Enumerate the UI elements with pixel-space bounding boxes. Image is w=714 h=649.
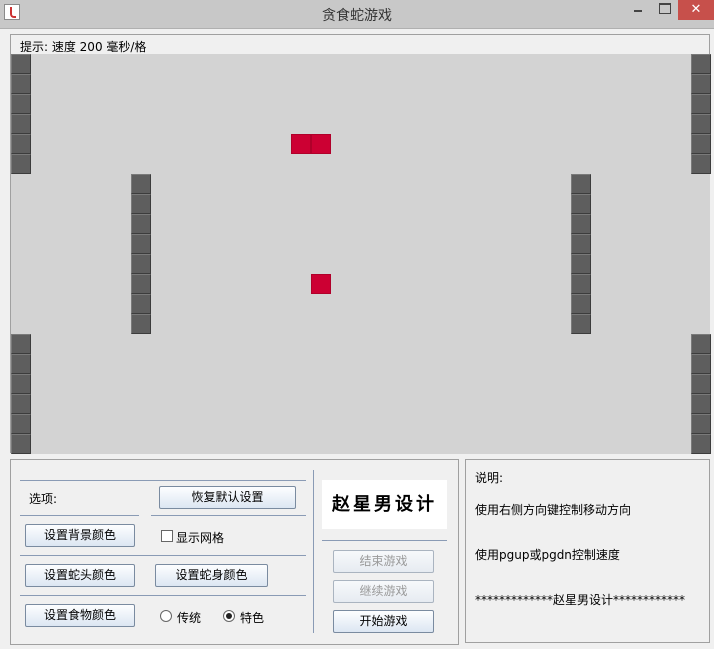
maximize-button[interactable] — [654, 0, 676, 20]
mode-special-label: 特色 — [240, 611, 265, 625]
wall-block — [571, 294, 591, 314]
wall-block — [131, 314, 151, 334]
vertical-separator — [313, 470, 314, 633]
wall-block — [11, 114, 31, 134]
options-label: 选项: — [29, 492, 58, 506]
close-button[interactable]: ✕ — [678, 0, 714, 20]
game-panel: 提示: 速度 200 毫秒/格 — [10, 34, 711, 454]
separator — [151, 515, 306, 516]
wall-block — [691, 374, 711, 394]
designer-logo: 赵星男设计 — [322, 480, 447, 529]
set-food-color-button[interactable]: 设置食物颜色 — [25, 604, 135, 627]
wall-block — [571, 174, 591, 194]
wall-block — [571, 194, 591, 214]
show-grid-label: 显示网格 — [176, 531, 225, 545]
snake-head — [311, 134, 331, 154]
wall-block — [11, 134, 31, 154]
speed-hint: 提示: 速度 200 毫秒/格 — [20, 40, 147, 54]
set-background-color-button[interactable]: 设置背景颜色 — [25, 524, 135, 547]
game-board[interactable] — [11, 54, 711, 454]
mode-special-radio[interactable] — [223, 610, 235, 622]
wall-block — [571, 234, 591, 254]
wall-block — [11, 374, 31, 394]
wall-block — [131, 214, 151, 234]
wall-block — [11, 394, 31, 414]
wall-block — [691, 354, 711, 374]
options-panel: 选项: 恢复默认设置 设置背景颜色 显示网格 设置蛇头颜色 设置蛇身颜色 设置食… — [10, 459, 459, 645]
start-game-button[interactable]: 开始游戏 — [333, 610, 434, 633]
continue-game-button[interactable]: 继续游戏 — [333, 580, 434, 603]
set-head-color-button[interactable]: 设置蛇头颜色 — [25, 564, 135, 587]
wall-block — [131, 294, 151, 314]
title-bar: 贪食蛇游戏 ✕ — [0, 0, 714, 29]
description-panel: 说明: 使用右侧方向键控制移动方向 使用pgup或pgdn控制速度 ******… — [465, 459, 710, 643]
description-line-direction: 使用右侧方向键控制移动方向 — [475, 503, 632, 517]
restore-defaults-button[interactable]: 恢复默认设置 — [159, 486, 296, 509]
separator — [20, 595, 306, 596]
wall-block — [691, 74, 711, 94]
wall-block — [11, 414, 31, 434]
window-title: 贪食蛇游戏 — [322, 8, 392, 24]
wall-block — [571, 254, 591, 274]
wall-block — [571, 214, 591, 234]
wall-block — [691, 394, 711, 414]
wall-block — [691, 154, 711, 174]
wall-block — [691, 114, 711, 134]
end-game-button[interactable]: 结束游戏 — [333, 550, 434, 573]
wall-block — [131, 254, 151, 274]
wall-block — [11, 154, 31, 174]
wall-block — [11, 94, 31, 114]
wall-block — [131, 274, 151, 294]
wall-block — [131, 174, 151, 194]
description-line-speed: 使用pgup或pgdn控制速度 — [475, 548, 620, 562]
separator — [20, 480, 306, 481]
set-body-color-button[interactable]: 设置蛇身颜色 — [155, 564, 268, 587]
wall-block — [131, 194, 151, 214]
show-grid-checkbox[interactable] — [161, 530, 173, 542]
wall-block — [11, 434, 31, 454]
wall-block — [691, 94, 711, 114]
separator — [20, 515, 139, 516]
description-line-credit: *************赵星男设计************ — [475, 593, 686, 607]
mode-traditional-radio[interactable] — [160, 610, 172, 622]
description-title: 说明: — [475, 471, 504, 485]
food-item — [311, 274, 331, 294]
snake-body-segment — [291, 134, 311, 154]
wall-block — [131, 234, 151, 254]
wall-block — [11, 354, 31, 374]
wall-block — [11, 54, 31, 74]
separator — [20, 555, 306, 556]
wall-block — [691, 414, 711, 434]
minimize-button[interactable] — [628, 0, 648, 20]
wall-block — [11, 334, 31, 354]
wall-block — [691, 54, 711, 74]
wall-block — [691, 434, 711, 454]
mode-traditional-label: 传统 — [177, 611, 202, 625]
wall-block — [571, 274, 591, 294]
wall-block — [571, 314, 591, 334]
separator — [322, 540, 447, 541]
wall-block — [11, 74, 31, 94]
wall-block — [691, 334, 711, 354]
wall-block — [691, 134, 711, 154]
